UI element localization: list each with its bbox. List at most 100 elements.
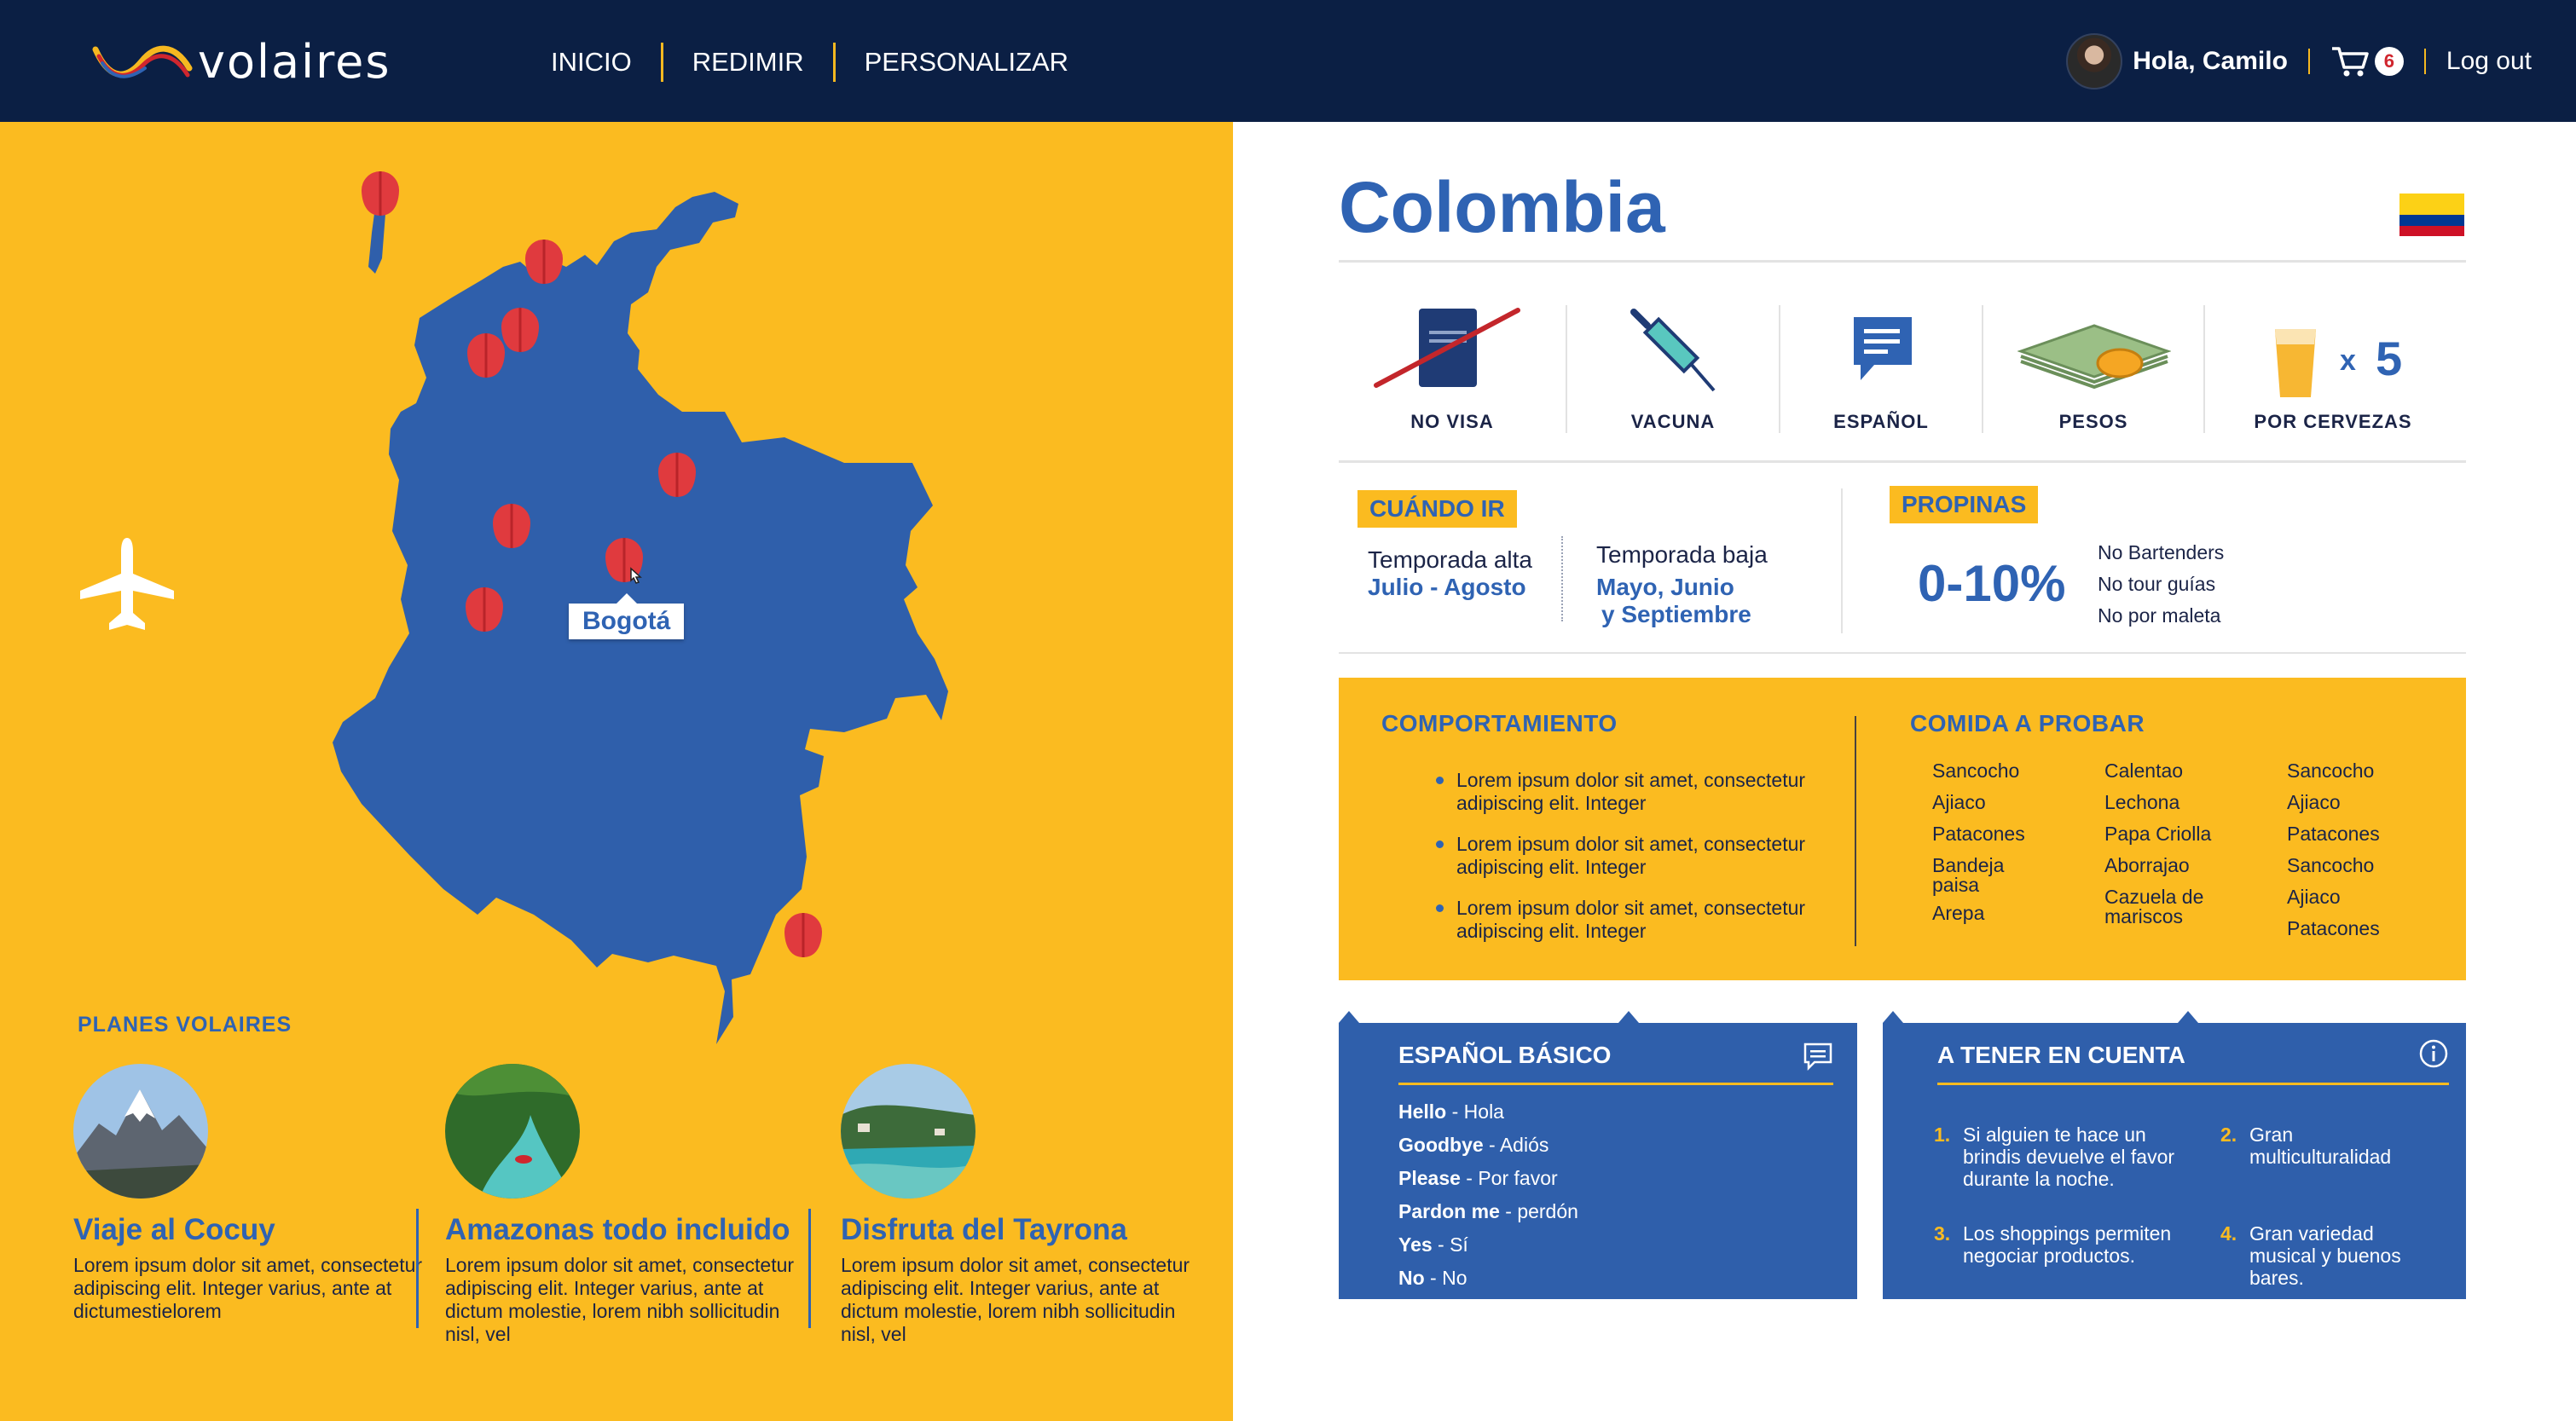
- food-item: Ajiaco: [2287, 886, 2341, 908]
- map-pin-santa-marta: [524, 238, 564, 286]
- fact-beer-price: x 5 POR CERVEZAS: [2205, 305, 2461, 433]
- divider: [2307, 49, 2310, 74]
- phrase-row: Goodbye - Adiós: [1398, 1129, 1634, 1162]
- food-item: Sancocho: [2287, 854, 2375, 876]
- colombia-flag-icon: [2399, 194, 2464, 236]
- avatar[interactable]: [2066, 33, 2123, 90]
- food-item: Cazuela de mariscos: [2104, 886, 2204, 927]
- plans-section-title: PLANES VOLAIRES: [78, 1013, 292, 1037]
- syringe-icon: [1630, 309, 1716, 392]
- phrase-row: Pardon me - perdón: [1398, 1195, 1634, 1228]
- food-item: Sancocho: [2287, 760, 2375, 782]
- phrase-english: Please: [1398, 1167, 1461, 1189]
- plan-description: Lorem ipsum dolor sit amet, consectetur …: [445, 1254, 795, 1345]
- tip-note: No Bartenders: [2098, 541, 2225, 563]
- map-pin-medellin: [491, 502, 532, 550]
- note-item: 1. Si alguien te hace un brindis devuelv…: [1934, 1124, 2202, 1190]
- phrase-spanish: - No: [1424, 1267, 1467, 1289]
- nav-redimir[interactable]: REDIMIR: [663, 43, 833, 82]
- tip-note: No por maleta: [2098, 604, 2221, 627]
- cart-icon[interactable]: [2330, 44, 2370, 78]
- phrase-english: No: [1398, 1267, 1425, 1289]
- food-item: Ajiaco: [1932, 791, 1986, 813]
- note-number: 2.: [2220, 1124, 2237, 1146]
- user-area: Hola, Camilo 6 Log out: [2066, 32, 2532, 90]
- fact-language: ESPAÑOL: [1780, 305, 1982, 433]
- phrase-row: No - No: [1398, 1262, 1634, 1295]
- food-column: Sancocho Ajiaco Patacones Bandeja paisa …: [1932, 761, 2103, 935]
- logout-link[interactable]: Log out: [2446, 47, 2532, 76]
- plan-card[interactable]: Amazonas todo incluido Lorem ipsum dolor…: [445, 1064, 803, 1346]
- food-item: Calentao: [2104, 760, 2184, 782]
- divider: [1561, 536, 1563, 621]
- tips-percentage: 0-10%: [1918, 555, 2066, 612]
- food-column: Calentao Lechona Papa Criolla Aborrajao …: [2104, 761, 2275, 935]
- map-pin-cartagena: [466, 332, 507, 379]
- phrase-row: You're Welcome - Gracias: [1398, 1295, 1634, 1328]
- phrase-spanish: - Sí: [1432, 1233, 1468, 1256]
- fact-no-visa: NO VISA: [1339, 305, 1566, 433]
- high-season-value: Julio - Agosto: [1368, 574, 1526, 600]
- plan-card[interactable]: Disfruta del Tayrona Lorem ipsum dolor s…: [841, 1064, 1199, 1346]
- divider: [1339, 652, 2466, 654]
- low-season-value: y Septiembre: [1601, 601, 1751, 627]
- phrase-row: Hello - Hola: [1398, 1095, 1634, 1129]
- phrase-english: You're Welcome: [1398, 1300, 1548, 1322]
- nav-personalizar[interactable]: PERSONALIZAR: [836, 43, 1097, 82]
- food-item: Papa Criolla: [2104, 823, 2212, 845]
- phrase-spanish: - Por favor: [1460, 1167, 1558, 1189]
- plan-card[interactable]: Viaje al Cocuy Lorem ipsum dolor sit ame…: [73, 1064, 431, 1323]
- tips-tag: PROPINAS: [1890, 486, 2039, 523]
- phrase-spanish: - Adiós: [1483, 1134, 1549, 1156]
- nav-inicio[interactable]: INICIO: [529, 43, 661, 82]
- fact-label: ESPAÑOL: [1833, 411, 1929, 432]
- behaviour-food-box: COMPORTAMIENTO Lorem ipsum dolor sit ame…: [1339, 678, 2466, 980]
- beer-price-value: 5: [2376, 332, 2403, 385]
- tip-note: No tour guías: [2098, 573, 2216, 595]
- volaires-logo[interactable]: volaires: [92, 34, 391, 89]
- phrase-english: Pardon me: [1398, 1200, 1500, 1222]
- note-item: 2. Gran multiculturalidad: [2220, 1124, 2437, 1168]
- keep-in-mind-card: A TENER EN CUENTA 1. Si alguien te hace …: [1883, 1011, 2466, 1299]
- greeting: Hola, Camilo: [2133, 47, 2288, 75]
- fact-currency: PESOS: [1983, 305, 2203, 433]
- when-to-go-tag: CUÁNDO IR: [1357, 490, 1517, 528]
- map-pin-leticia: [783, 911, 824, 959]
- phrase-spanish: - perdón: [1499, 1200, 1578, 1222]
- logo-wave-icon: [92, 45, 193, 78]
- top-navigation-bar: volaires INICIO REDIMIR PERSONALIZAR Hol…: [0, 0, 2576, 122]
- map-pin-cucuta: [657, 451, 698, 499]
- fact-label: POR CERVEZAS: [2254, 411, 2412, 432]
- plan-title[interactable]: Disfruta del Tayrona: [841, 1213, 1199, 1247]
- food-item: Arepa: [1932, 902, 1985, 924]
- brand-name: volaires: [198, 34, 391, 89]
- fact-label: NO VISA: [1410, 411, 1494, 432]
- money-icon: [2017, 324, 2171, 390]
- phrase-spanish: - Hola: [1446, 1100, 1504, 1123]
- map-pin-barranquilla: [500, 306, 541, 354]
- map-panel: Bogotá PLANES VOLAIRES Viaje al Cocuy Lo…: [0, 122, 1233, 1421]
- low-season-value: Mayo, Junio: [1596, 574, 1734, 600]
- low-season-label: Temporada baja: [1596, 541, 1768, 568]
- phrase-english: Yes: [1398, 1233, 1433, 1256]
- keep-in-mind-title: A TENER EN CUENTA: [1937, 1042, 2185, 1068]
- basic-spanish-title: ESPAÑOL BÁSICO: [1398, 1042, 1612, 1068]
- divider: [1841, 488, 1843, 633]
- food-title: COMIDA A PROBAR: [1910, 710, 2145, 736]
- food-item: Patacones: [1932, 823, 2025, 845]
- divider: [1855, 716, 1856, 946]
- plan-title[interactable]: Amazonas todo incluido: [445, 1213, 803, 1247]
- behaviour-title: COMPORTAMIENTO: [1381, 710, 1618, 736]
- phrase-row: Please - Por favor: [1398, 1162, 1634, 1195]
- food-item: Patacones: [2287, 823, 2380, 845]
- plan-title[interactable]: Viaje al Cocuy: [73, 1213, 431, 1247]
- divider: [1937, 1083, 2449, 1085]
- country-title: Colombia: [1339, 167, 1665, 247]
- basic-spanish-card: .blue-box:nth-of-type(1):before{} ESPAÑO…: [1339, 1011, 1857, 1322]
- food-column: Sancocho Ajiaco Patacones Sancocho Ajiac…: [2287, 761, 2457, 950]
- chat-icon[interactable]: [1803, 1042, 1833, 1071]
- high-season-label: Temporada alta: [1368, 546, 1533, 573]
- info-icon[interactable]: [2418, 1038, 2449, 1069]
- divider: [808, 1209, 811, 1328]
- note-item: 4. Gran variedad musical y buenos bares.: [2220, 1222, 2420, 1289]
